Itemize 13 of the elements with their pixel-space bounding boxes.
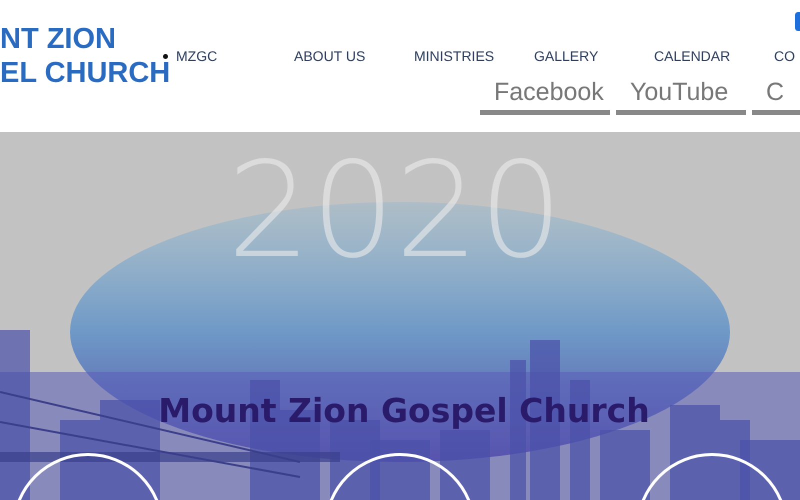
nav-link[interactable]: CALENDAR: [654, 48, 730, 64]
bullet-icon: [163, 54, 168, 58]
social-button[interactable]: C: [752, 75, 800, 115]
nav-link[interactable]: CO: [774, 48, 795, 64]
nav-link[interactable]: GALLERY: [534, 48, 598, 64]
social-button[interactable]: Facebook: [480, 75, 610, 115]
church-title: Mount Zion Gospel Church: [158, 391, 650, 431]
nav-link[interactable]: MZGC: [176, 48, 218, 64]
social-button[interactable]: YouTube: [616, 75, 746, 115]
nav-link[interactable]: ABOUT US: [294, 48, 366, 64]
church-logo-text[interactable]: EL CHURCH: [0, 56, 170, 90]
church-logo-text[interactable]: NT ZION: [0, 22, 116, 56]
nav-link[interactable]: MINISTRIES: [414, 48, 494, 64]
